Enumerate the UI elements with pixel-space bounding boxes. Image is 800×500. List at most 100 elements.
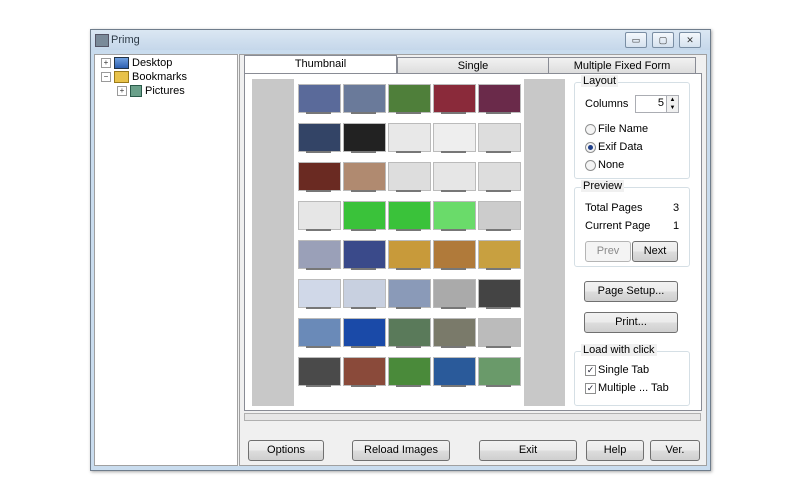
thumbnail[interactable] bbox=[433, 201, 476, 232]
exit-button[interactable]: Exit bbox=[479, 440, 577, 461]
spin-down-icon[interactable]: ▼ bbox=[666, 104, 678, 112]
thumbnail-image bbox=[433, 123, 476, 152]
thumbnail-caption bbox=[486, 112, 511, 114]
tree-item-desktop[interactable]: + Desktop bbox=[101, 56, 172, 70]
version-button[interactable]: Ver. bbox=[650, 440, 700, 461]
tree-item-pictures[interactable]: + Pictures bbox=[117, 84, 185, 98]
radio-file-name[interactable] bbox=[585, 124, 596, 135]
collapse-icon[interactable]: − bbox=[101, 72, 111, 83]
radio-file-name-label: File Name bbox=[598, 123, 649, 135]
thumbnail-image bbox=[478, 123, 521, 152]
desktop-icon bbox=[114, 57, 129, 70]
maximize-button[interactable]: ▢ bbox=[652, 32, 674, 48]
current-page-value: 1 bbox=[673, 220, 680, 232]
app-window: Primg ▭ ▢ ✕ + Desktop − Bookmarks + Picture… bbox=[90, 29, 711, 471]
prev-button[interactable]: Prev bbox=[585, 241, 631, 262]
thumbnail[interactable] bbox=[343, 84, 386, 115]
thumbnail-image bbox=[433, 84, 476, 113]
thumbnail[interactable] bbox=[298, 84, 341, 115]
thumbnail[interactable] bbox=[388, 84, 431, 115]
thumbnail[interactable] bbox=[478, 279, 521, 310]
thumbnail[interactable] bbox=[433, 123, 476, 154]
tree-item-bookmarks[interactable]: − Bookmarks bbox=[101, 70, 187, 84]
thumbnail-caption bbox=[306, 229, 331, 231]
thumbnail[interactable] bbox=[478, 318, 521, 349]
thumbnail[interactable] bbox=[433, 240, 476, 271]
thumbnail-caption bbox=[306, 190, 331, 192]
thumbnail-caption bbox=[396, 385, 421, 387]
thumbnail[interactable] bbox=[343, 201, 386, 232]
folder-tree[interactable]: + Desktop − Bookmarks + Pictures bbox=[94, 54, 238, 466]
thumbnail[interactable] bbox=[388, 123, 431, 154]
columns-spinner[interactable]: 5 ▲ ▼ bbox=[635, 95, 679, 113]
thumbnail-caption bbox=[351, 268, 376, 270]
thumbnail[interactable] bbox=[388, 162, 431, 193]
close-button[interactable]: ✕ bbox=[679, 32, 701, 48]
thumbnail-image bbox=[343, 240, 386, 269]
thumbnail[interactable] bbox=[298, 201, 341, 232]
radio-exif-data-label: Exif Data bbox=[598, 141, 643, 153]
thumbnail[interactable] bbox=[388, 240, 431, 271]
thumbnail[interactable] bbox=[343, 240, 386, 271]
thumbnail[interactable] bbox=[388, 279, 431, 310]
print-button[interactable]: Print... bbox=[584, 312, 678, 333]
thumbnail[interactable] bbox=[433, 279, 476, 310]
thumbnail-caption bbox=[486, 190, 511, 192]
thumbnail[interactable] bbox=[298, 162, 341, 193]
thumbnail-caption bbox=[486, 151, 511, 153]
thumbnail[interactable] bbox=[298, 123, 341, 154]
thumbnail[interactable] bbox=[433, 318, 476, 349]
thumbnail[interactable] bbox=[343, 357, 386, 388]
thumbnail-image bbox=[298, 162, 341, 191]
thumbnail-caption bbox=[486, 385, 511, 387]
thumbnail-caption bbox=[441, 229, 466, 231]
thumbnail[interactable] bbox=[478, 123, 521, 154]
thumbnail-caption bbox=[396, 268, 421, 270]
thumbnail[interactable] bbox=[478, 162, 521, 193]
thumbnail-image bbox=[433, 357, 476, 386]
reload-images-button[interactable]: Reload Images bbox=[352, 440, 450, 461]
expand-icon[interactable]: + bbox=[117, 86, 127, 97]
single-tab-checkbox[interactable]: ✓ bbox=[585, 365, 596, 376]
thumbnail[interactable] bbox=[478, 240, 521, 271]
thumbnail[interactable] bbox=[343, 279, 386, 310]
page-setup-button[interactable]: Page Setup... bbox=[584, 281, 678, 302]
next-button[interactable]: Next bbox=[632, 241, 678, 262]
print-preview-area[interactable] bbox=[252, 79, 565, 406]
thumbnail[interactable] bbox=[478, 201, 521, 232]
help-button[interactable]: Help bbox=[586, 440, 644, 461]
thumbnail[interactable] bbox=[388, 201, 431, 232]
thumbnail[interactable] bbox=[388, 357, 431, 388]
thumbnail-caption bbox=[351, 346, 376, 348]
thumbnail[interactable] bbox=[433, 357, 476, 388]
thumbnail[interactable] bbox=[298, 240, 341, 271]
tab-thumbnail[interactable]: Thumbnail bbox=[244, 55, 397, 74]
thumbnail[interactable] bbox=[478, 357, 521, 388]
thumbnail[interactable] bbox=[343, 318, 386, 349]
thumbnail[interactable] bbox=[343, 123, 386, 154]
total-pages-value: 3 bbox=[673, 202, 680, 214]
options-button[interactable]: Options bbox=[248, 440, 324, 461]
thumbnail[interactable] bbox=[343, 162, 386, 193]
title-bar[interactable]: Primg ▭ ▢ ✕ bbox=[91, 30, 710, 50]
multiple-tab-checkbox[interactable]: ✓ bbox=[585, 383, 596, 394]
thumbnail[interactable] bbox=[298, 357, 341, 388]
thumbnail-image bbox=[298, 357, 341, 386]
thumbnail[interactable] bbox=[298, 279, 341, 310]
thumbnail-image bbox=[478, 162, 521, 191]
expand-icon[interactable]: + bbox=[101, 58, 111, 69]
thumbnail-caption bbox=[306, 112, 331, 114]
thumbnail[interactable] bbox=[478, 84, 521, 115]
thumbnail[interactable] bbox=[388, 318, 431, 349]
thumbnail-image bbox=[388, 84, 431, 113]
thumbnail[interactable] bbox=[433, 162, 476, 193]
columns-label: Columns bbox=[585, 98, 629, 110]
thumbnail[interactable] bbox=[433, 84, 476, 115]
minimize-button[interactable]: ▭ bbox=[625, 32, 647, 48]
thumbnail-image bbox=[298, 240, 341, 269]
thumbnail[interactable] bbox=[298, 318, 341, 349]
radio-none[interactable] bbox=[585, 160, 596, 171]
thumbnail-caption bbox=[486, 346, 511, 348]
radio-exif-data[interactable] bbox=[585, 142, 596, 153]
thumbnail-image bbox=[343, 201, 386, 230]
